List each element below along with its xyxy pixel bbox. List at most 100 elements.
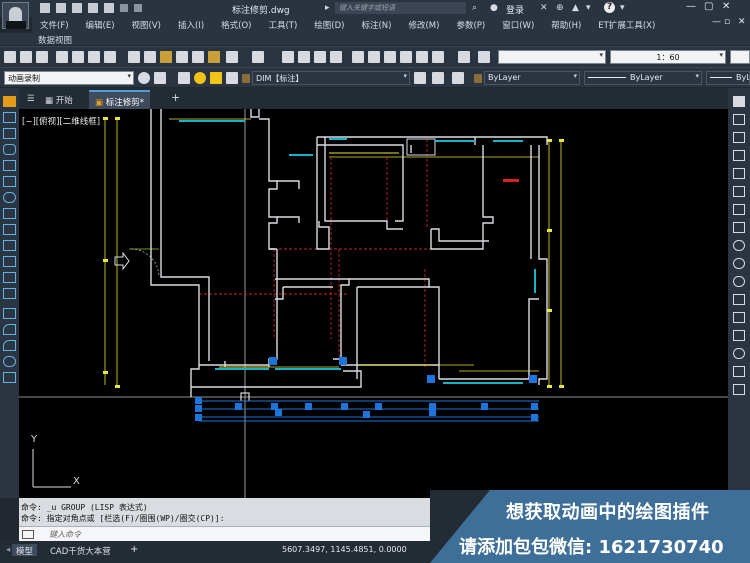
snap-temp-track-icon[interactable] [733, 114, 745, 125]
snap-node-icon[interactable] [733, 348, 745, 359]
arc-icon[interactable] [3, 324, 16, 335]
offset-icon[interactable] [3, 272, 16, 283]
lightbulb-icon[interactable] [194, 72, 206, 84]
new-icon[interactable] [4, 51, 16, 63]
doc-restore-icon[interactable]: ▫ [724, 17, 730, 27]
print-icon[interactable] [104, 3, 114, 13]
doc-minimize-icon[interactable]: — [712, 17, 721, 27]
dropdown-chevron-icon[interactable]: ▾ [586, 3, 591, 13]
calculator-icon[interactable] [458, 51, 470, 63]
array-icon[interactable] [3, 288, 16, 299]
command-input[interactable]: 键入命令 [49, 529, 81, 540]
minimize-icon[interactable]: — [686, 1, 696, 12]
explode-icon[interactable] [3, 308, 16, 319]
sun-icon[interactable] [210, 72, 222, 84]
app-store-icon[interactable]: ✕ [540, 3, 548, 13]
menu-window[interactable]: 窗口(W) [502, 17, 534, 33]
spline-icon[interactable] [3, 356, 16, 367]
maximize-icon[interactable]: ▢ [704, 1, 713, 12]
line-icon[interactable] [3, 112, 16, 123]
settings-gear-icon[interactable] [138, 72, 150, 84]
trim-icon[interactable] [3, 240, 16, 251]
help-icon[interactable] [478, 51, 490, 63]
save-icon[interactable] [36, 51, 48, 63]
user-icon[interactable]: ● [490, 3, 498, 13]
menu-dimension[interactable]: 标注(N) [361, 17, 391, 33]
menu-modify[interactable]: 修改(M) [408, 17, 439, 33]
command-prompt-icon[interactable] [22, 530, 34, 539]
copy-icon[interactable] [144, 51, 156, 63]
redo-icon[interactable] [252, 51, 264, 63]
zoom-realtime-icon[interactable] [298, 51, 310, 63]
menu-express-tools[interactable]: ET扩展工具(X) [598, 17, 655, 33]
plot-preview-icon[interactable] [72, 51, 84, 63]
menu-parametric[interactable]: 参数(P) [456, 17, 485, 33]
login-button[interactable]: 登录 [506, 3, 524, 16]
snap-parallel-icon[interactable] [733, 312, 745, 323]
match-properties-icon[interactable] [176, 51, 188, 63]
paste-icon[interactable] [160, 51, 172, 63]
fillet-icon[interactable] [3, 340, 16, 351]
save-icon[interactable] [72, 3, 82, 13]
cart-icon[interactable]: ⊕ [556, 3, 564, 13]
undo-icon[interactable] [226, 51, 238, 63]
tool-palettes-icon[interactable] [384, 51, 396, 63]
menu-tools[interactable]: 工具(T) [268, 17, 297, 33]
snap-center-icon[interactable] [733, 240, 745, 251]
snap-endpoint-icon[interactable] [733, 150, 745, 161]
search-icon[interactable]: ⌕ [472, 3, 477, 13]
move-icon[interactable] [3, 176, 16, 187]
snap-perpendicular-icon[interactable] [733, 294, 745, 305]
snap-none-icon[interactable] [733, 384, 745, 395]
annotation-scale-combo[interactable]: 1：60 ▾ [610, 50, 726, 64]
pan-icon[interactable] [282, 51, 294, 63]
cut-icon[interactable] [128, 51, 140, 63]
polygon-icon[interactable] [3, 160, 16, 171]
drawing-canvas[interactable]: [−][俯视][二维线框] Y X [19, 109, 728, 498]
new-file-icon[interactable] [40, 3, 50, 13]
tab-active-drawing[interactable]: ▣ 标注修剪* [89, 90, 150, 109]
new-tab-button[interactable]: + [165, 90, 186, 109]
pencil-icon[interactable] [3, 96, 16, 107]
menu-insert[interactable]: 插入(I) [178, 17, 204, 33]
layer-state-icon[interactable] [452, 72, 464, 84]
layer-combo[interactable]: DIM【标注】 ▾ [252, 71, 410, 85]
sheet-set-icon[interactable] [400, 51, 412, 63]
table-style-combo[interactable] [730, 50, 750, 64]
snap-nearest-icon[interactable] [733, 366, 745, 377]
close-icon[interactable]: ✕ [722, 1, 730, 12]
menu-format[interactable]: 格式(O) [221, 17, 251, 33]
connect-icon[interactable]: ▲ [572, 3, 579, 13]
snap-from-icon[interactable] [733, 132, 745, 143]
plot-icon[interactable] [56, 51, 68, 63]
menu-view[interactable]: 视图(V) [132, 17, 161, 33]
extend-icon[interactable] [3, 256, 16, 267]
tab-start[interactable]: ▦ 开始 [39, 90, 79, 109]
publish-icon[interactable] [88, 51, 100, 63]
menu-file[interactable]: 文件(F) [40, 17, 69, 33]
snap-extension-icon[interactable] [733, 222, 745, 233]
snap-tangent-icon[interactable] [733, 276, 745, 287]
properties-icon[interactable] [352, 51, 364, 63]
rotate-icon[interactable] [3, 192, 16, 203]
new-layout-button[interactable]: + [126, 544, 142, 556]
help-dropdown-icon[interactable]: ▾ [620, 3, 625, 13]
3d-print-icon[interactable] [104, 51, 116, 63]
layer-previous-icon[interactable] [432, 72, 444, 84]
make-current-layer-icon[interactable] [414, 72, 426, 84]
rectangle-icon[interactable] [3, 208, 16, 219]
command-input-bar[interactable]: 键入命令 [19, 526, 489, 541]
panel-options-icon[interactable] [733, 96, 745, 107]
zoom-window-icon[interactable] [314, 51, 326, 63]
floor-plan-drawing[interactable] [19, 109, 728, 498]
snap-midpoint-icon[interactable] [733, 168, 745, 179]
construction-line-icon[interactable] [3, 128, 16, 139]
block-editor-icon[interactable] [192, 51, 204, 63]
doc-close-icon[interactable]: ✕ [738, 17, 746, 27]
design-center-icon[interactable] [368, 51, 380, 63]
linetype-combo[interactable]: ByLayer ▾ [584, 71, 702, 85]
tab-layout[interactable]: CAD千货大本营 [46, 544, 115, 557]
text-style-combo[interactable]: ▾ [498, 50, 606, 64]
menu-help[interactable]: 帮助(H) [551, 17, 581, 33]
snap-intersection-icon[interactable] [733, 186, 745, 197]
